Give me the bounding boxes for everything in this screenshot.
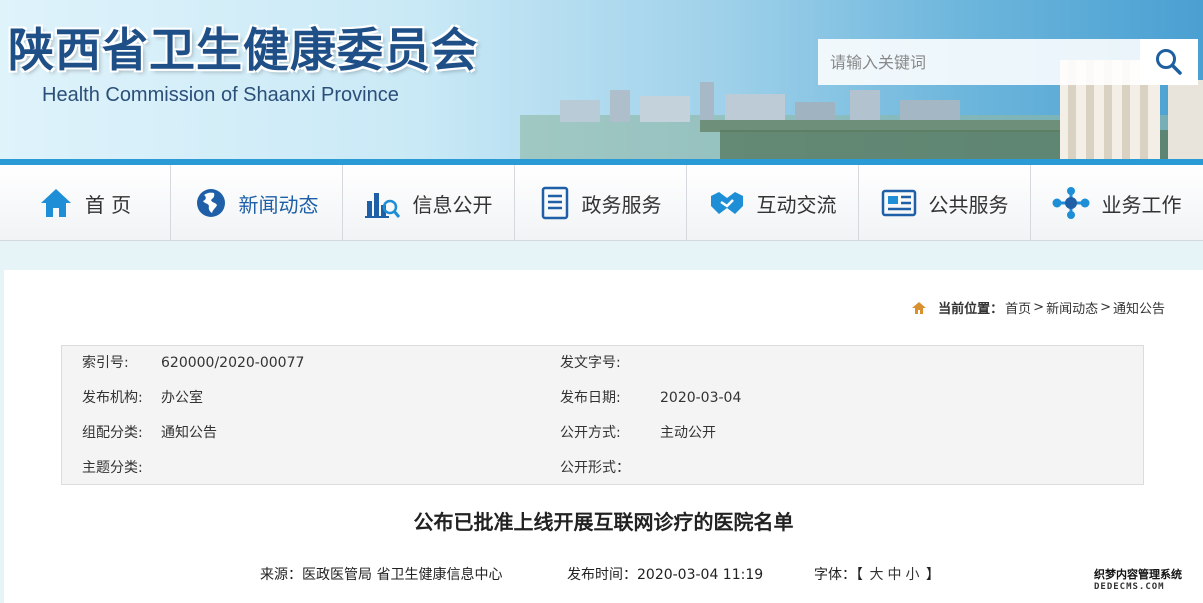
- network-icon: [1052, 187, 1089, 219]
- main-nav: 首 页 新闻动态 信息公开 政务服务 互动交流 公共服务 业务工作: [0, 165, 1203, 241]
- org-label: 发布机构:: [82, 390, 143, 406]
- nav-label: 首 页: [84, 192, 132, 217]
- open-mode-value: 主动公开: [660, 425, 716, 441]
- date-label: 发布日期:: [560, 390, 621, 406]
- site-title-en: Health Commission of Shaanxi Province: [42, 84, 399, 106]
- breadcrumb-news-link[interactable]: 新闻动态: [1046, 298, 1098, 317]
- watermark-line1: 织梦内容管理系统: [1094, 568, 1182, 581]
- metadata-row: 组配分类: 通知公告 公开方式: 主动公开: [62, 416, 1143, 451]
- nav-label: 信息公开: [412, 192, 493, 217]
- breadcrumb-home-link[interactable]: 首页: [1005, 298, 1031, 317]
- globe-icon: [196, 189, 225, 217]
- font-size-control: 字体：【 大中小 】: [814, 564, 940, 584]
- chart-search-icon: [364, 193, 400, 218]
- article-title: 公布已批准上线开展互联网诊疗的医院名单: [413, 510, 794, 534]
- metadata-row: 索引号: 620000/2020-00077 发文字号:: [62, 346, 1143, 381]
- search-input[interactable]: [818, 39, 1140, 85]
- breadcrumb: 当前位置： 首页 > 新闻动态 > 通知公告: [912, 298, 1167, 317]
- font-size-small-button[interactable]: 小: [905, 567, 919, 583]
- font-size-large-button[interactable]: 大: [869, 567, 883, 583]
- font-size-medium-button[interactable]: 中: [887, 567, 901, 583]
- content-panel: 当前位置： 首页 > 新闻动态 > 通知公告 索引号: 620000/2020-…: [4, 270, 1203, 603]
- search-button[interactable]: [1140, 39, 1198, 85]
- metadata-row: 发布机构: 办公室 发布日期: 2020-03-04: [62, 381, 1143, 416]
- nav-item-gov-services[interactable]: 政务服务: [515, 165, 687, 241]
- handshake-icon: [710, 192, 743, 214]
- bracket-open: 【: [856, 567, 863, 583]
- index-value: 620000/2020-00077: [161, 355, 305, 371]
- breadcrumb-home-icon: [912, 301, 927, 314]
- breadcrumb-separator: >: [1033, 300, 1045, 315]
- nav-item-interaction[interactable]: 互动交流: [687, 165, 859, 241]
- newspaper-icon: [881, 189, 916, 217]
- metadata-row: 主题分类: 公开形式：: [62, 451, 1143, 486]
- watermark-line2: DEDECMS.COM: [1094, 582, 1165, 592]
- nav-label: 政务服务: [581, 192, 662, 217]
- breadcrumb-notice-link[interactable]: 通知公告: [1113, 298, 1165, 317]
- nav-label: 新闻动态: [238, 192, 319, 217]
- document-icon: [541, 186, 568, 220]
- document-metadata-table: 索引号: 620000/2020-00077 发文字号: 发布机构: 办公室 发…: [61, 345, 1144, 485]
- category-label: 组配分类:: [82, 425, 143, 441]
- nav-item-public-services[interactable]: 公共服务: [859, 165, 1031, 241]
- nav-item-info-disclosure[interactable]: 信息公开: [343, 165, 515, 241]
- font-size-label: 字体：: [814, 567, 856, 583]
- breadcrumb-prefix: 当前位置：: [938, 302, 1004, 317]
- watermark: 织梦内容管理系统 DEDECMS.COM: [1094, 568, 1198, 594]
- nav-item-news[interactable]: 新闻动态: [171, 165, 343, 241]
- nav-label: 互动交流: [756, 192, 837, 217]
- article-source: 来源：医政医管局 省卫生健康信息中心: [260, 567, 503, 583]
- nav-label: 业务工作: [1101, 192, 1182, 217]
- article-publish-time: 发布时间：2020-03-04 11:19: [567, 567, 764, 583]
- org-value: 办公室: [161, 390, 203, 406]
- site-title-cn: 陕西省卫生健康委员会: [8, 23, 478, 77]
- open-mode-label: 公开方式:: [560, 425, 621, 441]
- category-value: 通知公告: [161, 425, 217, 441]
- open-form-label: 公开形式：: [560, 460, 630, 476]
- nav-item-business-work[interactable]: 业务工作: [1031, 165, 1202, 241]
- nav-label: 公共服务: [928, 192, 1009, 217]
- date-value: 2020-03-04: [660, 390, 742, 406]
- topic-label: 主题分类:: [82, 460, 143, 476]
- bracket-close: 】: [925, 567, 940, 583]
- home-icon: [40, 189, 71, 217]
- doc-no-label: 发文字号:: [560, 355, 621, 371]
- index-label: 索引号:: [82, 355, 129, 371]
- search-icon: [1156, 49, 1182, 75]
- nav-item-home[interactable]: 首 页: [0, 165, 171, 241]
- breadcrumb-separator: >: [1100, 300, 1111, 315]
